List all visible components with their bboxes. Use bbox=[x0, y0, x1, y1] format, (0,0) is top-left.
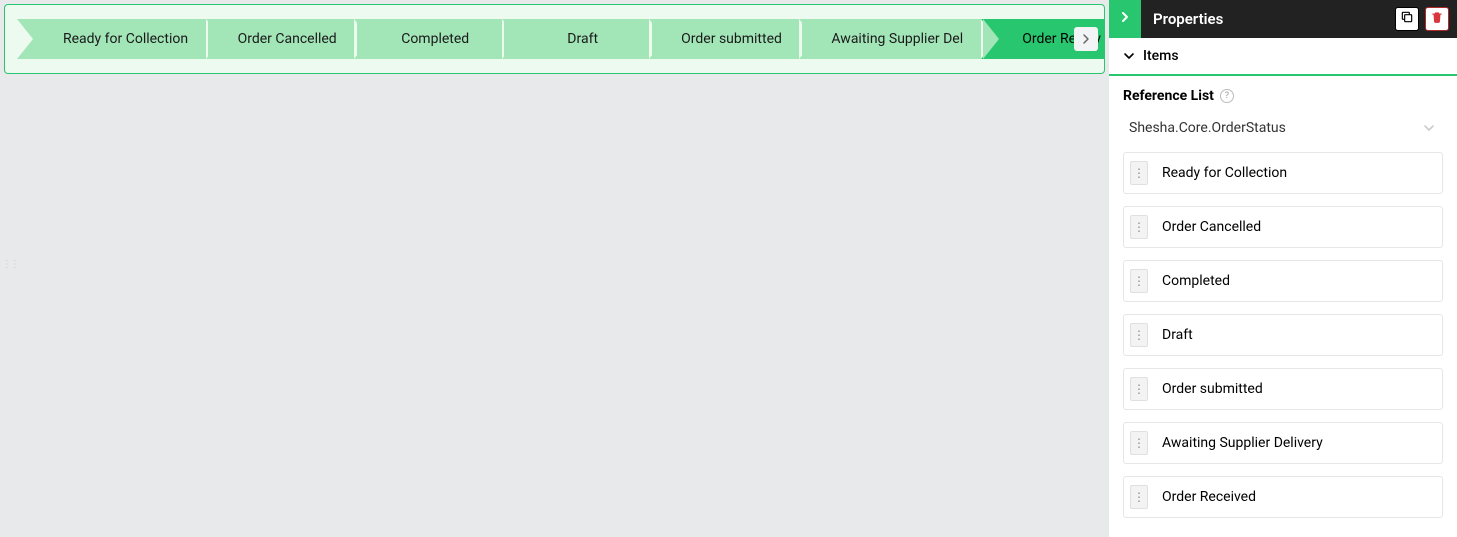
delete-button[interactable] bbox=[1425, 7, 1449, 31]
list-item[interactable]: ⋮ Order Cancelled bbox=[1123, 206, 1443, 248]
section-label: Items bbox=[1143, 48, 1179, 64]
wizard-step-label: Draft bbox=[567, 31, 598, 47]
canvas-drag-handle-icon[interactable] bbox=[2, 255, 8, 283]
wizard-step[interactable]: Draft bbox=[502, 19, 652, 59]
items-list: ⋮ Ready for Collection ⋮ Order Cancelled… bbox=[1123, 152, 1443, 518]
wizard-step-label: Order Cancelled bbox=[238, 31, 337, 47]
drag-handle-icon[interactable]: ⋮ bbox=[1130, 377, 1148, 401]
list-item[interactable]: ⋮ Completed bbox=[1123, 260, 1443, 302]
panel-body: Reference List ? Shesha.Core.OrderStatus… bbox=[1109, 76, 1457, 537]
drag-handle-icon[interactable]: ⋮ bbox=[1130, 161, 1148, 185]
drag-handle-icon[interactable]: ⋮ bbox=[1130, 323, 1148, 347]
drag-handle-icon[interactable]: ⋮ bbox=[1130, 485, 1148, 509]
wizard-step[interactable]: Awaiting Supplier Del bbox=[799, 19, 983, 59]
reference-list-label: Reference List ? bbox=[1123, 88, 1443, 104]
copy-button[interactable] bbox=[1395, 7, 1419, 31]
list-item[interactable]: ⋮ Draft bbox=[1123, 314, 1443, 356]
properties-panel: Properties Items Reference List ? S bbox=[1109, 0, 1457, 537]
chevron-down-icon bbox=[1123, 48, 1135, 64]
section-items-header[interactable]: Items bbox=[1109, 38, 1457, 76]
list-item-label: Order submitted bbox=[1154, 381, 1263, 397]
list-item-label: Order Received bbox=[1154, 489, 1256, 505]
list-item[interactable]: ⋮ Ready for Collection bbox=[1123, 152, 1443, 194]
list-item-label: Awaiting Supplier Delivery bbox=[1154, 435, 1323, 451]
wizard-step-label: Ready for Collection bbox=[63, 31, 188, 47]
wizard-step[interactable]: Order Cancelled bbox=[206, 19, 357, 59]
trash-icon bbox=[1430, 10, 1444, 28]
reference-list-value: Shesha.Core.OrderStatus bbox=[1129, 120, 1286, 136]
list-item[interactable]: ⋮ Order submitted bbox=[1123, 368, 1443, 410]
list-item[interactable]: ⋮ Awaiting Supplier Delivery bbox=[1123, 422, 1443, 464]
drag-handle-icon[interactable]: ⋮ bbox=[1130, 431, 1148, 455]
wizard-next-button[interactable] bbox=[1074, 27, 1098, 51]
drag-handle-icon[interactable]: ⋮ bbox=[1130, 215, 1148, 239]
chevron-down-icon bbox=[1423, 120, 1435, 136]
list-item-label: Order Cancelled bbox=[1154, 219, 1261, 235]
chevron-right-icon bbox=[1120, 10, 1130, 28]
properties-title: Properties bbox=[1141, 10, 1223, 28]
properties-header: Properties bbox=[1109, 0, 1457, 38]
list-item[interactable]: ⋮ Order Received bbox=[1123, 476, 1443, 518]
help-icon[interactable]: ? bbox=[1220, 89, 1234, 103]
wizard-step-label: Order submitted bbox=[681, 31, 782, 47]
wizard-step-label: Completed bbox=[401, 31, 469, 47]
list-item-label: Completed bbox=[1154, 273, 1230, 289]
canvas: Ready for Collection Order Cancelled Com… bbox=[0, 0, 1109, 537]
collapse-panel-button[interactable] bbox=[1109, 0, 1141, 38]
reference-list-select[interactable]: Shesha.Core.OrderStatus bbox=[1123, 116, 1443, 152]
wizard-steps: Ready for Collection Order Cancelled Com… bbox=[4, 4, 1105, 74]
wizard-step-label: Awaiting Supplier Del bbox=[831, 31, 963, 47]
wizard-step[interactable]: Completed bbox=[354, 19, 504, 59]
list-item-label: Ready for Collection bbox=[1154, 165, 1287, 181]
copy-icon bbox=[1400, 10, 1414, 28]
drag-handle-icon[interactable]: ⋮ bbox=[1130, 269, 1148, 293]
list-item-label: Draft bbox=[1154, 327, 1193, 343]
chevron-right-icon bbox=[1082, 33, 1090, 45]
wizard-step[interactable]: Ready for Collection bbox=[17, 19, 208, 59]
wizard-step[interactable]: Order submitted bbox=[649, 19, 802, 59]
